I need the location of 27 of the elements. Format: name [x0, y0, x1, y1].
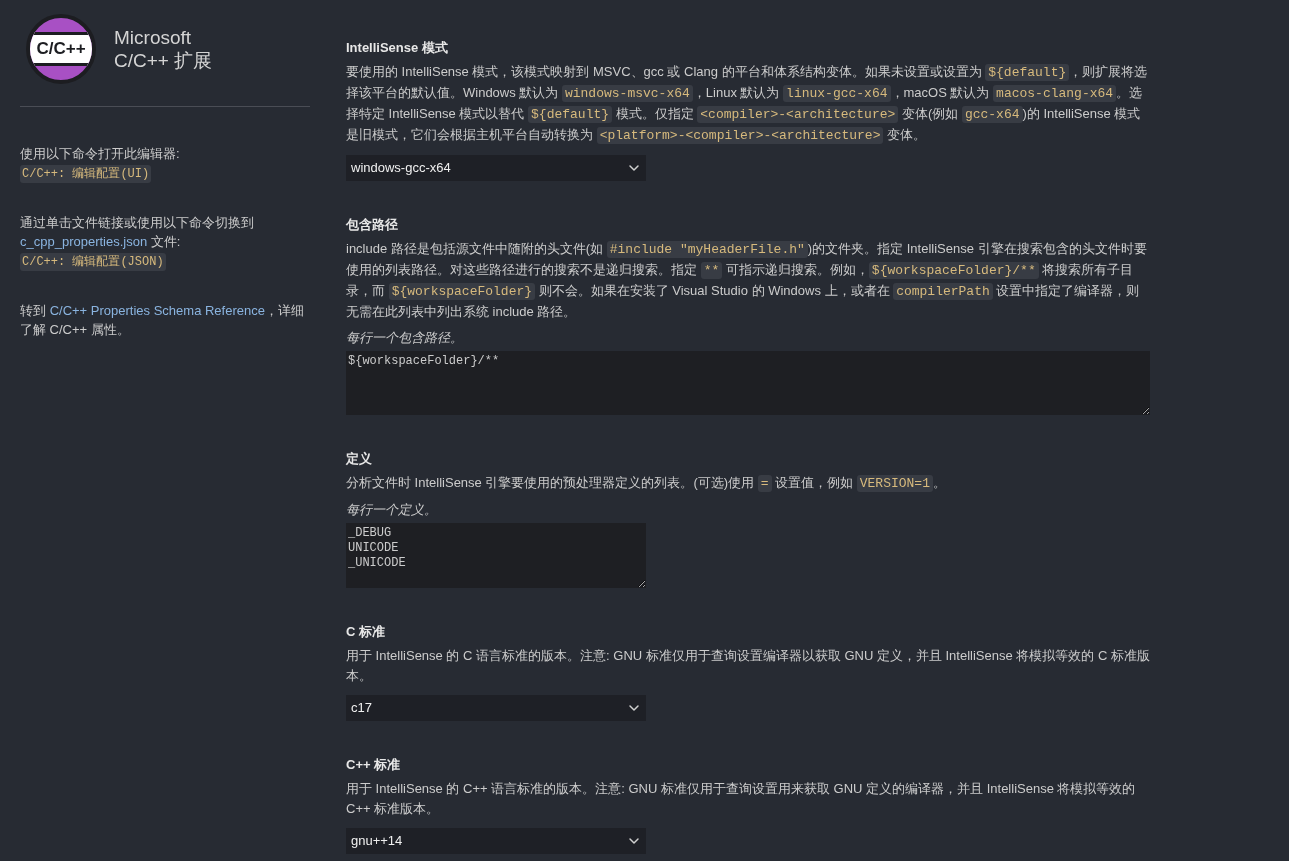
dropdown[interactable]: windows-gcc-x64 [346, 155, 646, 181]
setting-description: 用于 IntelliSense 的 C++ 语言标准的版本。注意: GNU 标准仅用于查询设置用来获取 GNU 定义的编译器，并且 IntelliSense 将模拟等效的 C++ 标准版本。 [346, 780, 1137, 818]
sidebar-note: 转到 C/C++ Properties Schema Reference，详细了解 C/C++ 属性。 [20, 302, 305, 339]
command-snippet: C/C++: 编辑配置(JSON) [20, 253, 166, 271]
setting-hint: 每行一个包含路径。 [346, 329, 464, 347]
multiline-field[interactable]: _DEBUG UNICODE _UNICODE [346, 523, 646, 588]
setting-description: 要使用的 IntelliSense 模式，该模式映射到 MSVC、gcc 或 Clang 的平台和体系结构变体。如果未设置或设置为 ${default} ，则扩展将选择该平台的默认值。Windows 默认为 windows-msvc-x64 ，Linux 默认为 linux-gcc-x64 ，macOS 默认为 macos-clang-x64 。选择特定 IntelliSense 模式以替代 ${default} 模式。仅指定 <compiler>-<architecture> 变体(例如 gcc-x64 )的 IntelliSense 模式是旧模式，它们会根据主机平台自动转换为 <platform>-<compiler>-<architecture> 变体。 [346, 63, 1149, 146]
setting-title: IntelliSense 模式 [346, 39, 449, 57]
dropdown[interactable]: c17 [346, 695, 646, 721]
setting-title: 包含路径 [346, 216, 399, 234]
setting-hint: 每行一个定义。 [346, 501, 438, 519]
link[interactable]: c_cpp_properties.json [20, 234, 148, 249]
setting-title: 定义 [346, 450, 373, 468]
dropdown[interactable]: gnu++14 [346, 828, 646, 854]
setting-description: include 路径是包括源文件中随附的头文件(如 #include "myHeaderFile.h" )的文件夹。指定 IntelliSense 引擎在搜索包含的头文件时要使用的列表路径。对这些路径进行的搜索不是递归搜索。指定 ** 可指示递归搜索。例如， ${workspaceFolder}/** 将搜索所有子目录，而 ${workspaceFolder} 则不会。如果在安装了 Visual Studio 的 Windows 上，或者在 compilerPath 设置中指定了编译器，则无需在此列表中列出系统 include 路径。 [346, 240, 1148, 321]
header-title: Microsoft [114, 26, 193, 49]
sidebar-note: 通过单击文件链接或使用以下命令切换到 c_cpp_properties.json 文件: [20, 214, 255, 251]
setting-title: C 标准 [346, 623, 386, 641]
setting-title: C++ 标准 [346, 756, 402, 774]
command-snippet: C/C++: 编辑配置(UI) [20, 165, 152, 183]
header-title: C/C++ 扩展 [114, 49, 213, 72]
sidebar-note: 使用以下命令打开此编辑器: [20, 145, 181, 163]
setting-description: 分析文件时 IntelliSense 引擎要使用的预处理器定义的列表。(可选)使用 = 设置值，例如 VERSION=1 。 [346, 474, 947, 494]
multiline-field[interactable]: ${workspaceFolder}/** [346, 351, 1150, 415]
link[interactable]: C/C++ Properties Schema Reference [49, 303, 265, 318]
setting-description: 用于 IntelliSense 的 C 语言标准的版本。注意: GNU 标准仅用于查询设置编译器以获取 GNU 定义，并且 IntelliSense 将模拟等效的 C 标准版本。 [346, 647, 1151, 685]
logo-label: C/C++ [30, 32, 92, 66]
